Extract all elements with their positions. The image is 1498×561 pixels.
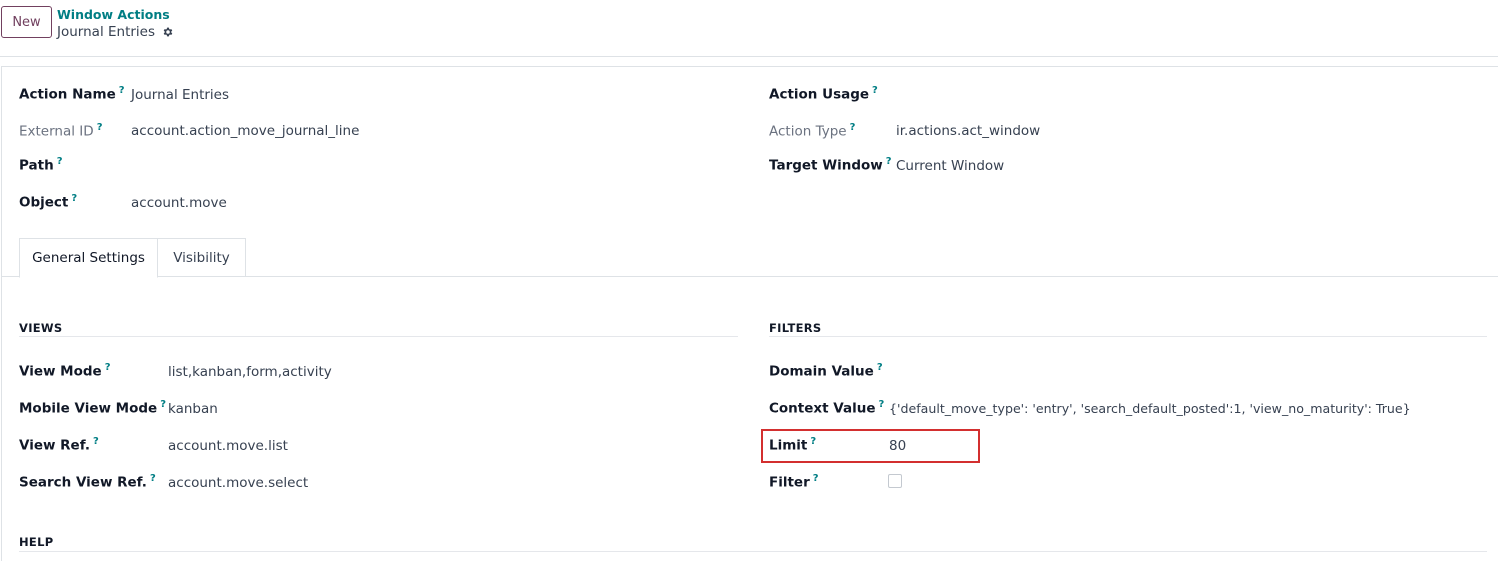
domain-value-label: Domain Value?	[769, 362, 883, 380]
action-name-field[interactable]: Journal Entries	[131, 87, 229, 103]
action-usage-field[interactable]	[896, 85, 1486, 105]
help-section-title: HELP	[19, 535, 54, 549]
view-mode-label: View Mode?	[19, 362, 111, 380]
action-name-label: Action Name?	[19, 85, 125, 103]
domain-value-field[interactable]	[889, 362, 1487, 382]
breadcrumb-current-label: Journal Entries	[57, 24, 156, 40]
path-label: Path?	[19, 156, 63, 174]
search-view-ref-label: Search View Ref.?	[19, 473, 156, 491]
action-type-value: ir.actions.act_window	[896, 123, 1041, 139]
action-type-label: Action Type?	[769, 122, 856, 140]
view-mode-field[interactable]: list,kanban,form,activity	[168, 364, 332, 380]
context-value-field[interactable]: {'default_move_type': 'entry', 'search_d…	[889, 401, 1411, 416]
view-ref-field[interactable]: account.move.list	[168, 438, 288, 454]
tooltip-icon[interactable]: ?	[850, 122, 856, 133]
tooltip-icon[interactable]: ?	[886, 156, 892, 167]
tooltip-icon[interactable]: ?	[105, 362, 111, 373]
tooltip-icon[interactable]: ?	[878, 399, 884, 410]
action-usage-label: Action Usage?	[769, 85, 878, 103]
new-button[interactable]: New	[1, 6, 52, 38]
object-label: Object?	[19, 193, 78, 211]
help-separator	[19, 551, 1487, 552]
tooltip-icon[interactable]: ?	[877, 362, 883, 373]
filter-label: Filter?	[769, 473, 819, 491]
target-window-select[interactable]: Current Window	[896, 158, 1004, 174]
limit-highlight-box	[761, 429, 980, 463]
tooltip-icon[interactable]: ?	[119, 85, 125, 96]
view-ref-label: View Ref.?	[19, 436, 99, 454]
tooltip-icon[interactable]: ?	[93, 436, 99, 447]
filters-separator	[769, 336, 1487, 337]
tab-visibility[interactable]: Visibility	[158, 238, 246, 277]
filters-section-title: FILTERS	[769, 321, 822, 335]
breadcrumb-window-actions[interactable]: Window Actions	[57, 7, 170, 22]
tooltip-icon[interactable]: ?	[813, 473, 819, 484]
external-id-label: External ID?	[19, 122, 103, 140]
control-panel: New Window Actions Journal Entries	[0, 0, 1498, 57]
filter-checkbox[interactable]	[888, 474, 902, 488]
tooltip-icon[interactable]: ?	[872, 85, 878, 96]
tooltip-icon[interactable]: ?	[97, 122, 103, 133]
views-section-title: VIEWS	[19, 321, 63, 335]
views-separator	[19, 336, 738, 337]
context-value-label: Context Value?	[769, 399, 885, 417]
mobile-view-mode-field[interactable]: kanban	[168, 401, 218, 417]
tooltip-icon[interactable]: ?	[57, 156, 63, 167]
tooltip-icon[interactable]: ?	[150, 473, 156, 484]
mobile-view-mode-label: Mobile View Mode?	[19, 399, 166, 417]
tooltip-icon[interactable]: ?	[71, 193, 77, 204]
external-id-value: account.action_move_journal_line	[131, 123, 360, 139]
gear-icon[interactable]	[162, 26, 174, 38]
breadcrumb-current: Journal Entries	[57, 24, 174, 40]
target-window-label: Target Window?	[769, 156, 892, 174]
form-sheet: Action Name? Journal Entries External ID…	[1, 66, 1498, 561]
path-field[interactable]	[131, 156, 691, 176]
tab-general-settings[interactable]: General Settings	[19, 238, 158, 278]
tooltip-icon[interactable]: ?	[160, 399, 166, 410]
notebook-tabs: General Settings Visibility	[2, 238, 1498, 278]
search-view-ref-field[interactable]: account.move.select	[168, 475, 308, 491]
object-field[interactable]: account.move	[131, 195, 227, 211]
